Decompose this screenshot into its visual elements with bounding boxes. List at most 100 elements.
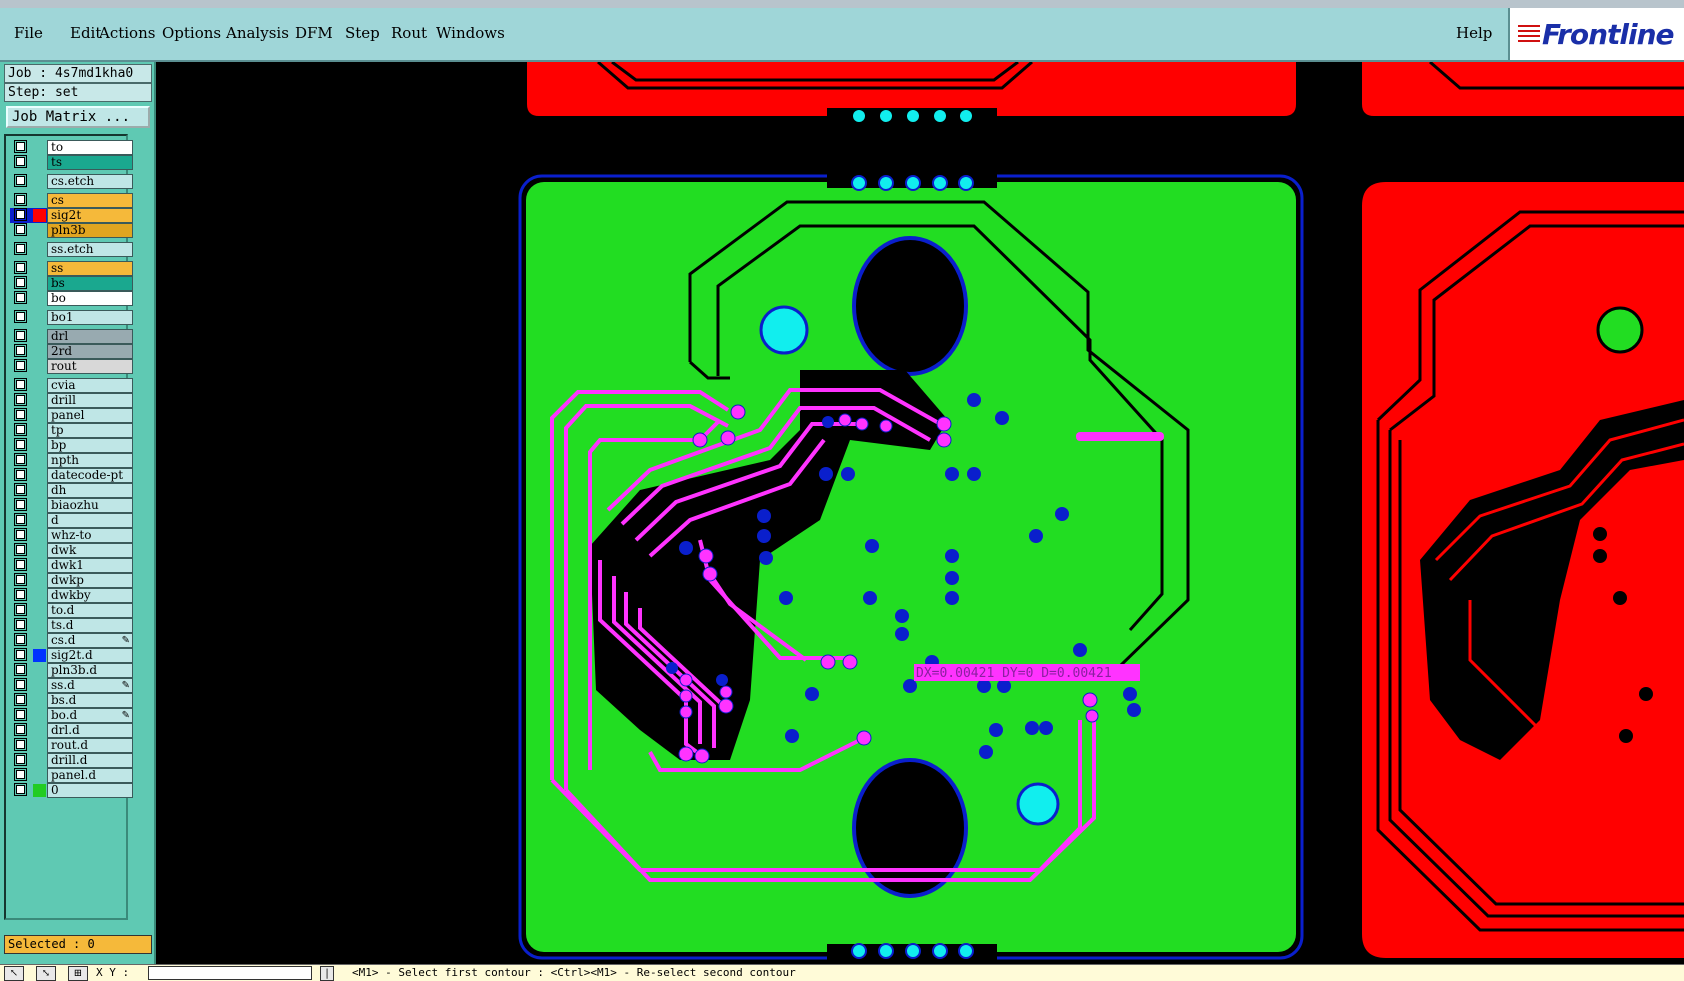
layer-row[interactable]: dh xyxy=(10,483,133,498)
layer-name[interactable]: ss xyxy=(47,261,133,276)
layer-name[interactable]: dwk1 xyxy=(47,558,133,573)
layer-checkbox[interactable] xyxy=(14,344,27,357)
layer-row[interactable]: drill xyxy=(10,393,133,408)
layer-name[interactable]: d xyxy=(47,513,133,528)
layer-checkbox[interactable] xyxy=(14,543,27,556)
layer-checkbox[interactable] xyxy=(14,453,27,466)
layer-name[interactable]: sig2t xyxy=(47,208,133,223)
layer-name[interactable]: dwkby xyxy=(47,588,133,603)
grid-tool-button[interactable]: ⊞ xyxy=(68,966,88,981)
select-tool-button[interactable]: ↖ xyxy=(4,966,24,981)
layer-checkbox[interactable] xyxy=(14,558,27,571)
layer-checkbox[interactable] xyxy=(14,783,27,796)
layer-checkbox[interactable] xyxy=(14,738,27,751)
layer-row[interactable]: to.d xyxy=(10,603,133,618)
layer-name[interactable]: panel xyxy=(47,408,133,423)
layer-checkbox[interactable] xyxy=(14,359,27,372)
xy-input[interactable] xyxy=(148,966,312,980)
layer-checkbox[interactable] xyxy=(14,261,27,274)
layer-row[interactable]: cs xyxy=(10,193,133,208)
layer-row[interactable]: drill.d xyxy=(10,753,133,768)
layer-name[interactable]: tp xyxy=(47,423,133,438)
layer-name[interactable]: pln3b xyxy=(47,223,133,238)
layer-name[interactable]: ss.etch xyxy=(47,242,133,257)
layer-name[interactable]: ts xyxy=(47,155,133,170)
layer-name[interactable]: bs xyxy=(47,276,133,291)
layer-checkbox[interactable] xyxy=(14,753,27,766)
layer-checkbox[interactable] xyxy=(14,498,27,511)
layer-checkbox[interactable] xyxy=(14,291,27,304)
layer-row[interactable]: drl xyxy=(10,329,133,344)
layer-row[interactable]: whz-to xyxy=(10,528,133,543)
job-matrix-button[interactable]: Job Matrix ... xyxy=(6,106,150,128)
layer-name[interactable]: ts.d xyxy=(47,618,133,633)
layer-row[interactable]: sig2t xyxy=(10,208,133,223)
layer-name[interactable]: bo xyxy=(47,291,133,306)
layer-name[interactable]: whz-to xyxy=(47,528,133,543)
layer-checkbox[interactable] xyxy=(14,438,27,451)
layer-row[interactable]: d xyxy=(10,513,133,528)
menu-step[interactable]: Step xyxy=(337,8,388,58)
layer-checkbox[interactable] xyxy=(14,468,27,481)
layer-checkbox[interactable] xyxy=(14,723,27,736)
layer-checkbox[interactable] xyxy=(14,648,27,661)
layer-checkbox[interactable] xyxy=(14,513,27,526)
layer-checkbox[interactable] xyxy=(14,423,27,436)
layer-name[interactable]: pln3b.d xyxy=(47,663,133,678)
layer-row[interactable]: dwkp xyxy=(10,573,133,588)
layer-row[interactable]: cs.d ✎ xyxy=(10,633,133,648)
layer-name[interactable]: bo1 xyxy=(47,310,133,325)
layer-checkbox[interactable] xyxy=(14,528,27,541)
layer-checkbox[interactable] xyxy=(14,140,27,153)
layer-checkbox[interactable] xyxy=(14,208,27,221)
layer-checkbox[interactable] xyxy=(14,618,27,631)
menu-windows[interactable]: Windows xyxy=(428,8,513,58)
layer-checkbox[interactable] xyxy=(14,329,27,342)
layer-name[interactable]: 0 xyxy=(47,783,133,798)
layer-row[interactable]: ss.etch xyxy=(10,242,133,257)
layer-checkbox[interactable] xyxy=(14,678,27,691)
layer-name[interactable]: drl.d xyxy=(47,723,133,738)
layer-row[interactable]: panel.d xyxy=(10,768,133,783)
layer-row[interactable]: dwk1 xyxy=(10,558,133,573)
menu-help[interactable]: Help xyxy=(1448,8,1500,58)
layer-row[interactable]: pln3b.d xyxy=(10,663,133,678)
layer-name[interactable]: ss.d ✎ xyxy=(47,678,133,693)
layer-row[interactable]: bs xyxy=(10,276,133,291)
layer-checkbox[interactable] xyxy=(14,483,27,496)
layer-name[interactable]: sig2t.d xyxy=(47,648,133,663)
layer-name[interactable]: panel.d xyxy=(47,768,133,783)
layer-checkbox[interactable] xyxy=(14,393,27,406)
layer-checkbox[interactable] xyxy=(14,408,27,421)
layer-row[interactable]: datecode-pt xyxy=(10,468,133,483)
layer-name[interactable]: drl xyxy=(47,329,133,344)
layer-row[interactable]: tp xyxy=(10,423,133,438)
layer-checkbox[interactable] xyxy=(14,708,27,721)
layer-checkbox[interactable] xyxy=(14,242,27,255)
layer-row[interactable]: bo1 xyxy=(10,310,133,325)
layer-row[interactable]: npth xyxy=(10,453,133,468)
layer-row[interactable]: cs.etch xyxy=(10,174,133,189)
layer-name[interactable]: dwkp xyxy=(47,573,133,588)
layer-name[interactable]: rout xyxy=(47,359,133,374)
layer-row[interactable]: cvia xyxy=(10,378,133,393)
layer-row[interactable]: bs.d xyxy=(10,693,133,708)
layer-name[interactable]: cs.etch xyxy=(47,174,133,189)
layer-row[interactable]: ts.d xyxy=(10,618,133,633)
layer-checkbox[interactable] xyxy=(14,603,27,616)
layer-row[interactable]: drl.d xyxy=(10,723,133,738)
layer-row[interactable]: ss xyxy=(10,261,133,276)
layer-checkbox[interactable] xyxy=(14,633,27,646)
layer-name[interactable]: cs xyxy=(47,193,133,208)
layer-name[interactable]: to xyxy=(47,140,133,155)
menu-dfm[interactable]: DFM xyxy=(287,8,341,58)
layer-name[interactable]: datecode-pt xyxy=(47,468,133,483)
layer-row[interactable]: bp xyxy=(10,438,133,453)
layer-row[interactable]: ss.d ✎ xyxy=(10,678,133,693)
layer-checkbox[interactable] xyxy=(14,310,27,323)
layer-name[interactable]: 2rd xyxy=(47,344,133,359)
layer-name[interactable]: bo.d ✎ xyxy=(47,708,133,723)
menu-file[interactable]: File xyxy=(6,8,51,58)
layer-checkbox[interactable] xyxy=(14,588,27,601)
layer-row[interactable]: bo.d ✎ xyxy=(10,708,133,723)
